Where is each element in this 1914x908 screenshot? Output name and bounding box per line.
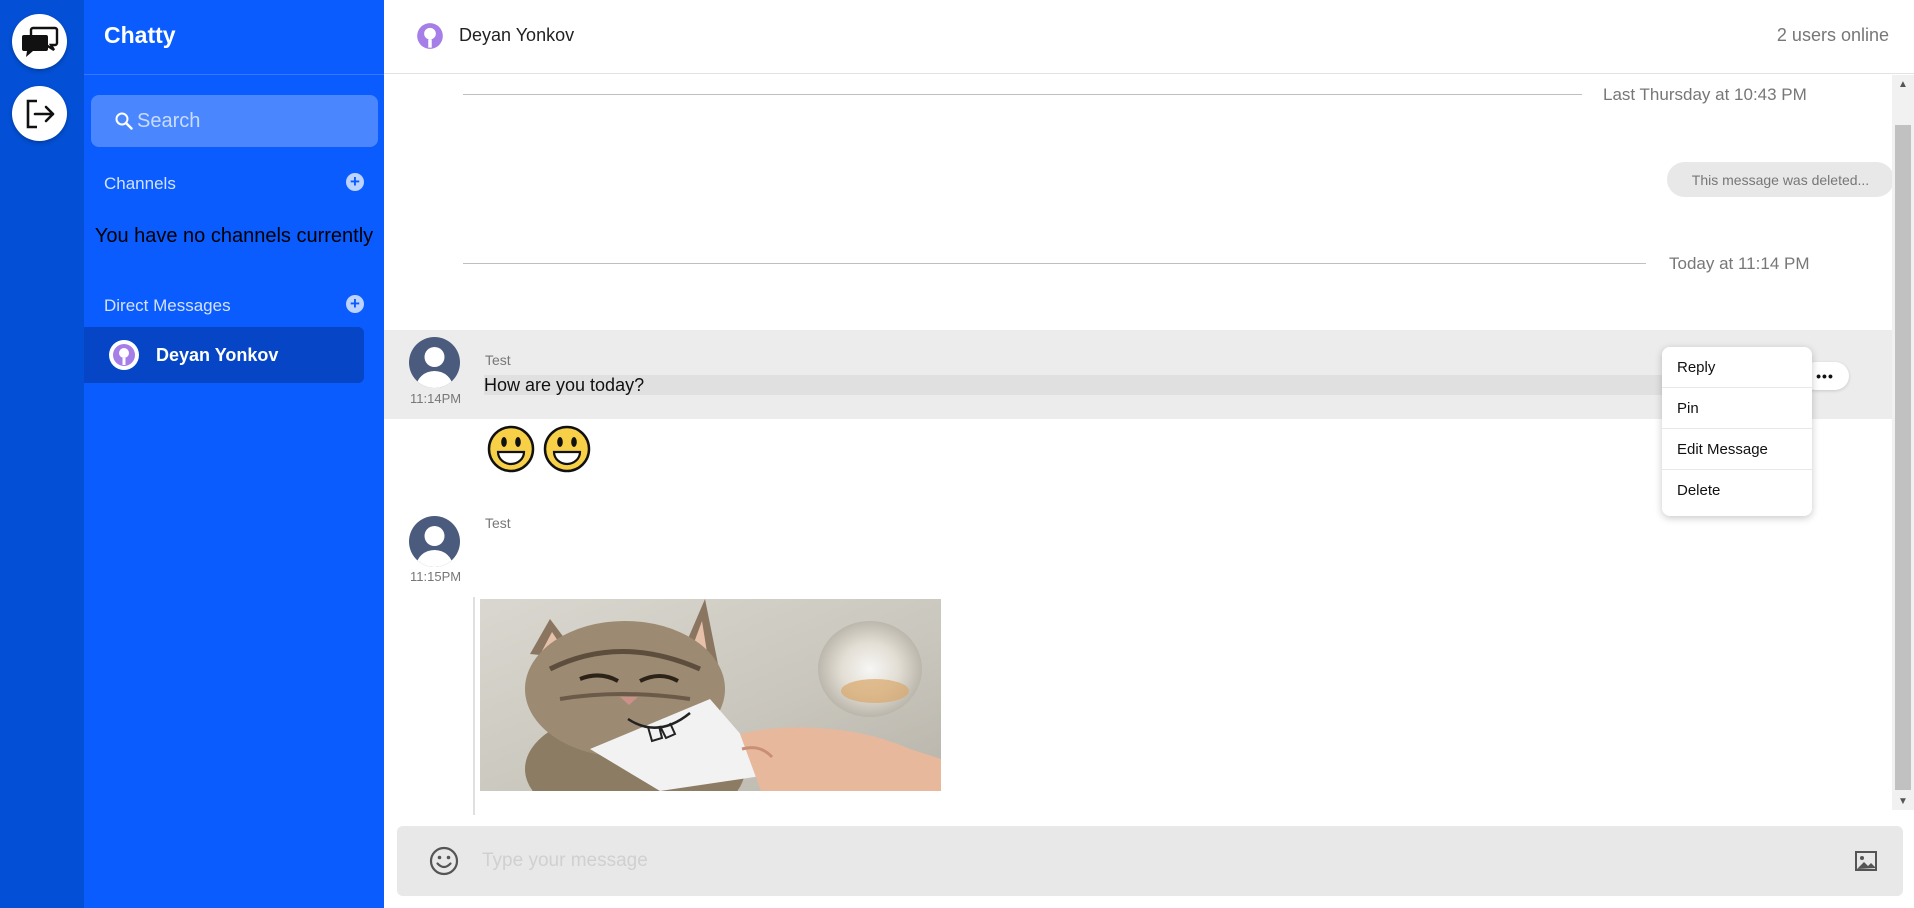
contact-avatar-icon (416, 22, 444, 50)
menu-item-reply[interactable]: Reply (1662, 347, 1812, 388)
message-text: How are you today? (484, 375, 1664, 395)
message-input[interactable] (482, 843, 1782, 879)
chat-header: Deyan Yonkov 2 users online (384, 0, 1914, 74)
chat-rail-button[interactable] (12, 14, 67, 69)
date-divider-line (463, 94, 1582, 95)
message-time: 11:14PM (410, 391, 462, 406)
sidebar: Chatty Channels + You have no channels c… (84, 0, 384, 908)
contact-name: Deyan Yonkov (459, 25, 575, 45)
smiley-icon[interactable] (428, 845, 460, 877)
emoji-message (487, 425, 591, 473)
image-icon[interactable] (1853, 848, 1879, 874)
author-avatar (409, 337, 460, 388)
logout-rail-button[interactable] (12, 86, 67, 141)
date-divider-line (463, 263, 1646, 264)
no-channels-message: You have no channels currently (94, 225, 374, 247)
cat-photo-image (480, 599, 941, 791)
menu-item-edit-message[interactable]: Edit Message (1662, 429, 1812, 470)
chat-bubbles-icon (21, 26, 58, 57)
user-avatar-icon (109, 340, 139, 370)
message-author: Test (485, 352, 511, 368)
app-brand: Chatty (104, 22, 176, 48)
menu-item-pin[interactable]: Pin (1662, 388, 1812, 429)
channels-label: Channels (104, 174, 176, 193)
user-silhouette-icon (416, 526, 453, 567)
user-silhouette-icon (416, 347, 453, 388)
search-icon (115, 112, 133, 130)
message-author: Test (485, 515, 511, 531)
author-avatar (409, 516, 460, 567)
deleted-message: This message was deleted... (1667, 162, 1894, 197)
search-box[interactable] (91, 95, 378, 147)
sidebar-divider (84, 74, 384, 75)
direct-message-name: Deyan Yonkov (156, 344, 279, 365)
cat-photo-attachment[interactable] (480, 599, 941, 791)
message-list: Last Thursday at 10:43 PM This message w… (384, 75, 1894, 815)
scroll-down-arrow-icon[interactable]: ▼ (1892, 792, 1914, 810)
menu-item-delete[interactable]: Delete (1662, 470, 1812, 511)
grinning-face-icon (487, 425, 535, 473)
online-status: 2 users online (1776, 25, 1889, 45)
date-divider-label: Last Thursday at 10:43 PM (1603, 85, 1807, 104)
search-input[interactable] (137, 109, 367, 133)
ellipsis-icon: ••• (1816, 368, 1834, 384)
add-direct-message-button[interactable]: + (346, 295, 364, 313)
grinning-face-icon (543, 425, 591, 473)
direct-messages-label: Direct Messages (104, 296, 231, 315)
plus-icon: + (350, 172, 360, 191)
direct-message-item[interactable]: Deyan Yonkov (84, 327, 364, 383)
scrollbar-thumb[interactable] (1895, 125, 1911, 790)
message-composer (397, 826, 1903, 896)
date-divider-label: Today at 11:14 PM (1669, 254, 1810, 273)
plus-icon: + (350, 294, 360, 313)
message-thread-line (473, 597, 475, 815)
add-channel-button[interactable]: + (346, 173, 364, 191)
logout-icon (26, 99, 54, 128)
message-context-menu: Reply Pin Edit Message Delete (1662, 347, 1812, 516)
scroll-up-arrow-icon[interactable]: ▲ (1892, 75, 1914, 93)
app-rail (0, 0, 84, 908)
message-time: 11:15PM (410, 569, 462, 584)
